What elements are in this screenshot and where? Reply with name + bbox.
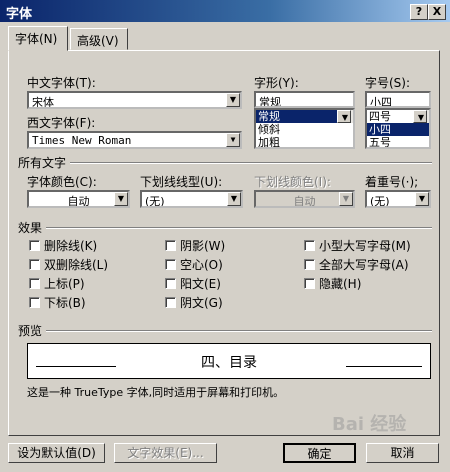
underline-type-select[interactable]: (无) ▼ [140, 190, 243, 208]
superscript-label[interactable]: 上标(P) [44, 275, 85, 292]
chevron-down-icon[interactable]: ▼ [226, 133, 240, 147]
ok-button[interactable]: 确定 [283, 443, 356, 463]
strikethrough-label[interactable]: 删除线(K) [44, 237, 97, 254]
chevron-down-icon: ▼ [339, 192, 353, 206]
hidden-label[interactable]: 隐藏(H) [319, 275, 361, 292]
size-list[interactable]: 四号 小四 五号 ▲ ▼ [365, 108, 431, 149]
style-list[interactable]: 常规 倾斜 加粗 ▲ ▼ [254, 108, 355, 149]
cancel-button[interactable]: 取消 [366, 443, 439, 463]
strikethrough-checkbox[interactable] [29, 240, 40, 251]
engrave-checkbox[interactable] [165, 297, 176, 308]
effects-divider [46, 227, 432, 229]
all-text-divider [70, 162, 432, 164]
preview-baseline-right [346, 366, 422, 367]
scroll-down-icon[interactable]: ▼ [337, 110, 351, 123]
emboss-label[interactable]: 阳文(E) [180, 275, 221, 292]
engrave-label[interactable]: 阴文(G) [180, 294, 223, 311]
scroll-down-icon[interactable]: ▼ [413, 110, 427, 123]
emphasis-label: 着重号(·); [365, 175, 419, 189]
effects-title: 效果 [18, 221, 43, 235]
preview-divider [46, 330, 432, 332]
western-font-label: 西文字体(F): [27, 116, 96, 130]
chinese-font-label: 中文字体(T): [27, 76, 96, 90]
preview-sample-text: 四、目录 [201, 355, 257, 371]
emboss-checkbox[interactable] [165, 278, 176, 289]
close-button[interactable]: X [428, 4, 446, 20]
shadow-label[interactable]: 阴影(W) [180, 237, 225, 254]
subscript-checkbox[interactable] [29, 297, 40, 308]
chevron-down-icon[interactable]: ▼ [227, 192, 241, 206]
size-scrollbar[interactable]: ▲ ▼ [413, 110, 429, 123]
size-input[interactable]: 小四 [365, 91, 431, 108]
font-color-select[interactable]: 自动 ▼ [27, 190, 130, 208]
size-option[interactable]: 五号 [367, 136, 429, 147]
watermark-logo: Bai 经验 [332, 414, 407, 435]
outline-checkbox[interactable] [165, 259, 176, 270]
help-button[interactable]: ? [410, 4, 428, 20]
font-color-value: 自动 [67, 195, 90, 208]
underline-color-label: 下划线颜色(I): [254, 175, 331, 189]
western-font-select[interactable]: Times New Roman ▼ [27, 131, 242, 149]
style-input[interactable]: 常规 [254, 91, 355, 108]
chevron-down-icon[interactable]: ▼ [114, 192, 128, 206]
emphasis-select[interactable]: (无) ▼ [365, 190, 431, 208]
hidden-checkbox[interactable] [304, 278, 315, 289]
underline-color-select: 自动 ▼ [254, 190, 355, 208]
western-font-value: Times New Roman [32, 134, 132, 147]
chevron-down-icon[interactable]: ▼ [226, 93, 240, 107]
all-caps-checkbox[interactable] [304, 259, 315, 270]
title-bar [0, 0, 450, 22]
shadow-checkbox[interactable] [165, 240, 176, 251]
preview-title: 预览 [18, 324, 43, 338]
chinese-font-value: 宋体 [32, 96, 54, 109]
style-scrollbar[interactable]: ▲ ▼ [337, 110, 353, 123]
outline-label[interactable]: 空心(O) [180, 256, 223, 273]
underline-type-value: (无) [145, 195, 165, 208]
small-caps-checkbox[interactable] [304, 240, 315, 251]
text-effects-button: 文字效果(E)... [114, 443, 217, 463]
all-caps-label[interactable]: 全部大写字母(A) [319, 256, 409, 273]
double-strikethrough-checkbox[interactable] [29, 259, 40, 270]
style-option[interactable]: 倾斜 [256, 123, 353, 136]
superscript-checkbox[interactable] [29, 278, 40, 289]
preview-note: 这是一种 TrueType 字体,同时适用于屏幕和打印机。 [27, 386, 285, 399]
underline-type-label: 下划线线型(U): [140, 175, 223, 189]
font-color-label: 字体颜色(C): [27, 175, 97, 189]
size-label: 字号(S): [365, 76, 411, 90]
small-caps-label[interactable]: 小型大写字母(M) [319, 237, 411, 254]
emphasis-value: (无) [370, 195, 390, 208]
preview-box: 四、目录 [27, 343, 431, 379]
set-default-button[interactable]: 设为默认值(D) [8, 443, 105, 463]
tab-font[interactable]: 字体(N) [8, 26, 68, 51]
size-option[interactable]: 小四 [367, 123, 429, 136]
subscript-label[interactable]: 下标(B) [44, 294, 86, 311]
style-option[interactable]: 加粗 [256, 136, 353, 147]
chinese-font-select[interactable]: 宋体 ▼ [27, 91, 242, 109]
style-label: 字形(Y): [254, 76, 299, 90]
dialog-title: 字体 [6, 7, 33, 22]
all-text-title: 所有文字 [18, 156, 67, 170]
double-strikethrough-label[interactable]: 双删除线(L) [44, 256, 108, 273]
chevron-down-icon[interactable]: ▼ [415, 192, 429, 206]
underline-color-value: 自动 [293, 195, 316, 208]
tab-advanced[interactable]: 高级(V) [70, 28, 128, 50]
